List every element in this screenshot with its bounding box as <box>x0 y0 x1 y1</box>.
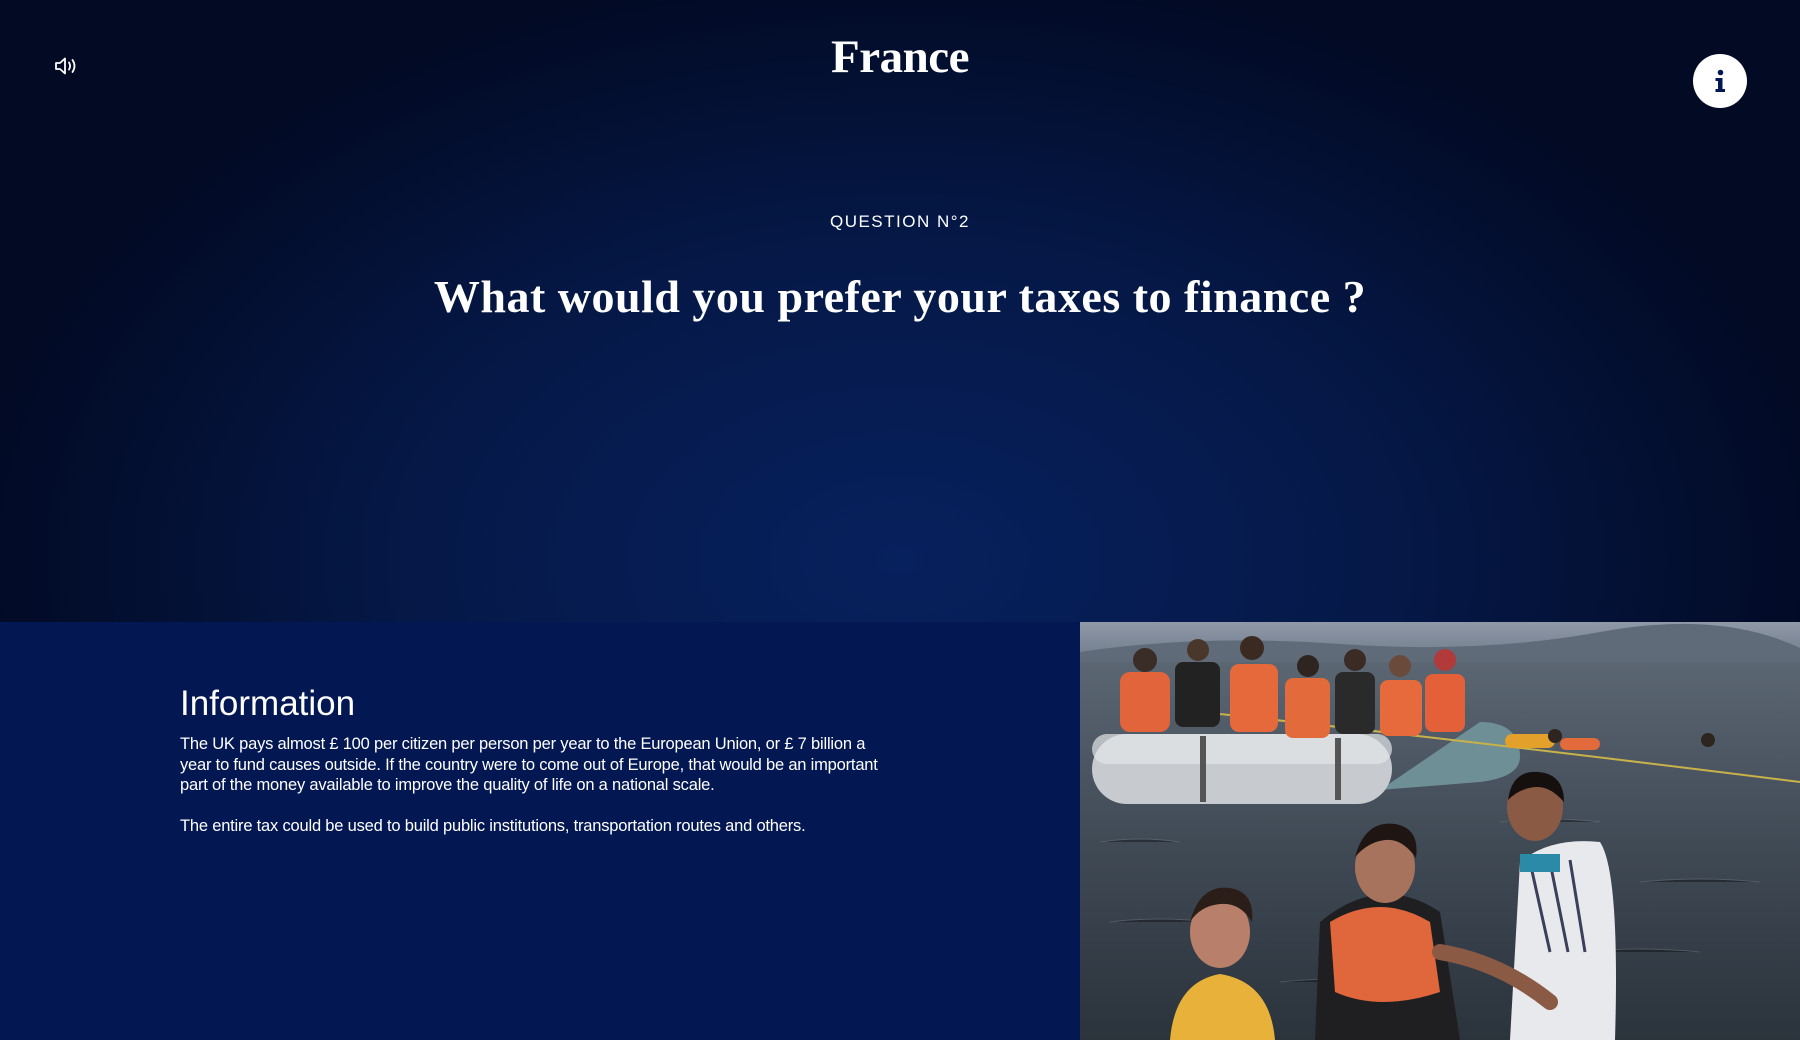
information-paragraph: The UK pays almost £ 100 per citizen per… <box>180 735 878 794</box>
question-number: QUESTION N°2 <box>829 212 971 231</box>
hero-section: France QUESTION N°2 What would you prefe… <box>0 0 1800 622</box>
brand-title: France <box>831 31 969 83</box>
information-body: The UK pays almost £ 100 per citizen per… <box>180 734 900 836</box>
question-text: What would you prefer your taxes to fina… <box>433 271 1367 322</box>
information-panel: Information The UK pays almost £ 100 per… <box>0 622 1080 1040</box>
information-title: Information <box>180 684 356 723</box>
info-button[interactable] <box>1693 54 1747 108</box>
info-icon <box>1715 69 1725 92</box>
photo-illustration <box>1080 622 1800 1040</box>
information-paragraph: The entire tax could be used to build pu… <box>180 816 806 835</box>
migrants-boat-photo <box>1080 622 1800 1040</box>
